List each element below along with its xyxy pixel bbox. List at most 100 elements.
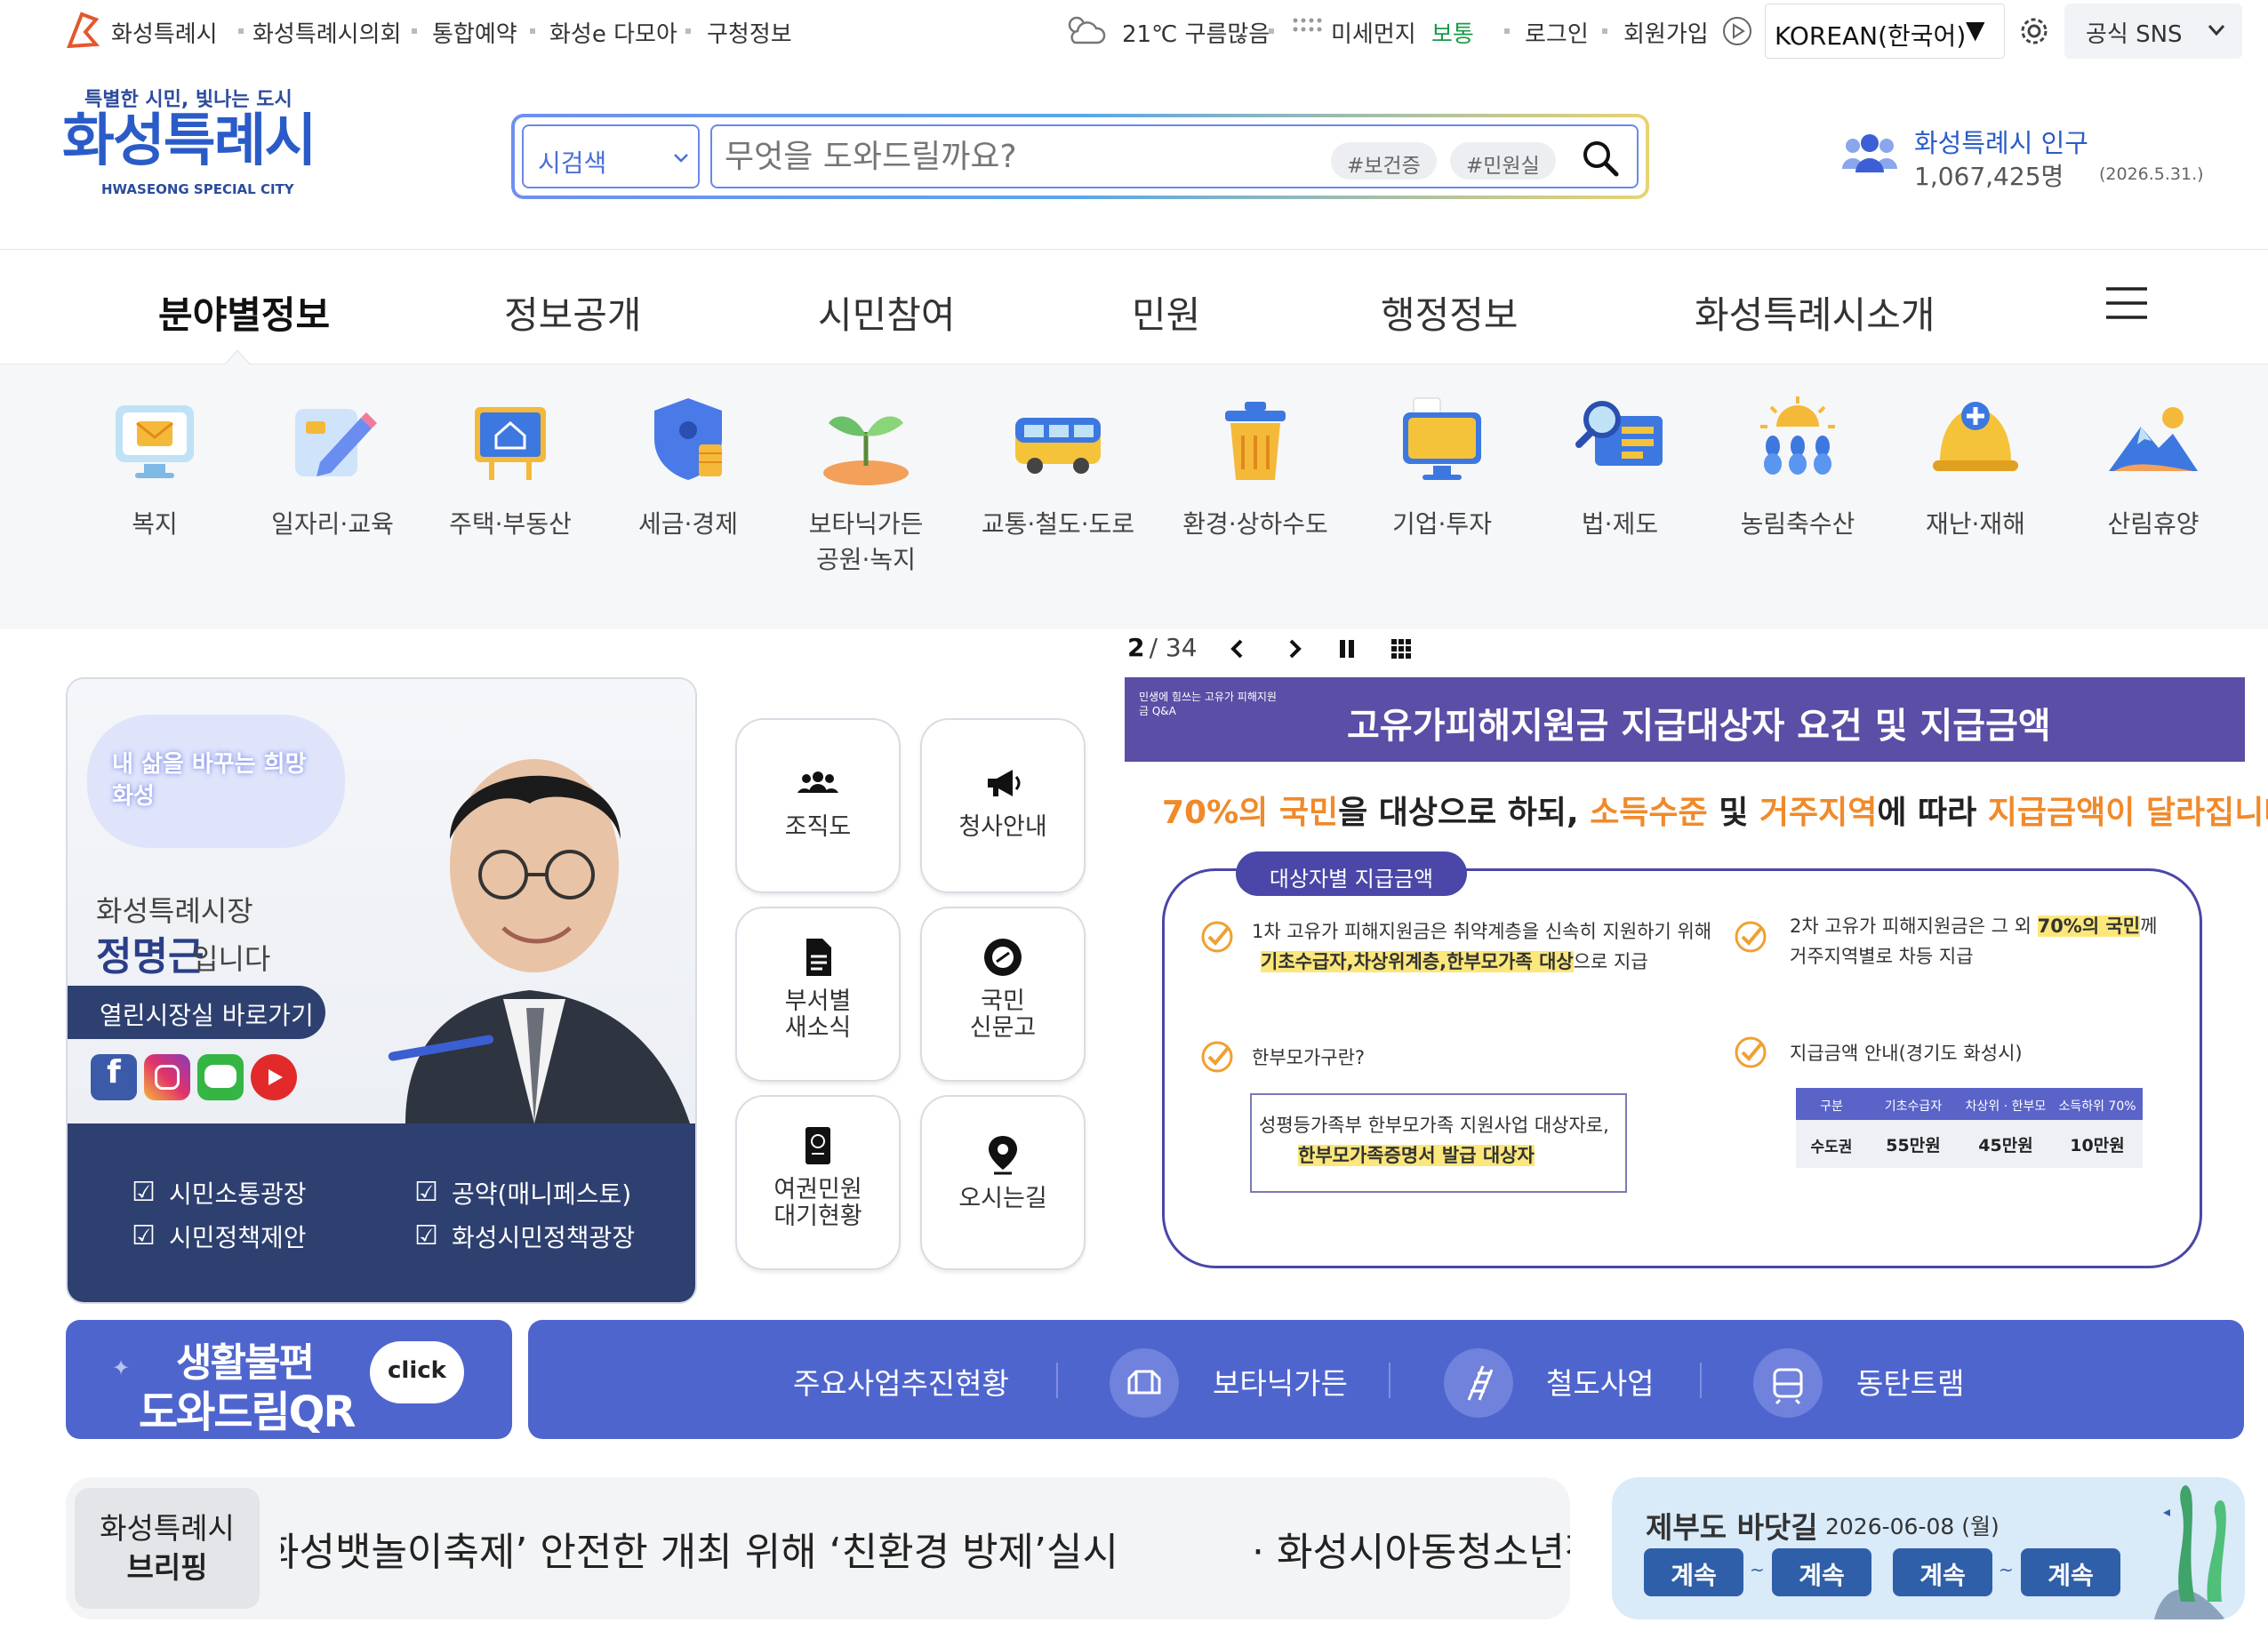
category-environment[interactable]: 환경·상하수도 (1175, 391, 1335, 542)
blog-icon[interactable] (197, 1054, 244, 1100)
facebook-icon[interactable]: f (91, 1054, 137, 1100)
railway-project-link[interactable]: 철도사업 (1546, 1360, 1654, 1403)
population-label: 화성특례시 인구 (1914, 128, 2088, 158)
instagram-icon[interactable] (144, 1054, 190, 1100)
signup-link[interactable]: 회원가입 (1623, 16, 1709, 49)
pause-icon[interactable] (1337, 638, 1357, 660)
hashtag-health-cert[interactable]: #보건증 (1331, 142, 1437, 180)
chevron-right-icon[interactable] (1286, 638, 1303, 660)
dongtan-tram-link[interactable]: 동탄트램 (1856, 1360, 1964, 1403)
category-transport[interactable]: 교통·철도·도로 (978, 391, 1138, 542)
login-link[interactable]: 로그인 (1525, 16, 1589, 49)
category-business[interactable]: 기업·투자 (1362, 391, 1522, 542)
gnb-admin-info[interactable]: 행정정보 (1381, 285, 1519, 340)
language-select[interactable]: KOREAN(한국어) ▼ (1765, 4, 2005, 59)
search-input-box: #보건증 #민원실 (710, 124, 1639, 188)
gnb-citizen-participation[interactable]: 시민참여 (818, 285, 956, 340)
category-agriculture[interactable]: 농림축수산 (1718, 391, 1878, 542)
railway-icon (1444, 1348, 1513, 1418)
people-icon (797, 772, 838, 793)
greenhouse-icon (1110, 1348, 1179, 1418)
search-icon[interactable] (1581, 139, 1620, 178)
drum-icon (984, 939, 1022, 976)
gnb-info-disclosure[interactable]: 정보공개 (504, 285, 642, 340)
play-circle-icon[interactable] (1722, 16, 1752, 46)
qr-help-banner[interactable]: 생활불편 도와드림QR click ✦ (66, 1320, 512, 1439)
quick-label: 청사안내 (958, 813, 1047, 841)
banner-subtitle: 70%의 국민을 대상으로 하되, 소득수준 및 거주지역에 따라 지급금액이 … (1162, 795, 2268, 831)
active-indicator (224, 349, 251, 365)
check-circle-icon: ☑ (414, 1177, 438, 1208)
category-botanic-park[interactable]: 보타닉가든 공원·녹지 (786, 391, 946, 578)
divider (1389, 1363, 1390, 1398)
hashtag-civil-office[interactable]: #민원실 (1450, 142, 1556, 180)
table-cell: 10만원 (2070, 1136, 2125, 1155)
top-utility-bar: 화성특례시 화성특례시의회 통합예약 화성e 다모아 구청정보 21℃ 구름많음… (0, 0, 2268, 62)
quick-dept-news-button[interactable]: 부서별 새소식 (735, 907, 901, 1082)
separator (1504, 28, 1510, 34)
quick-label: 오시는길 (958, 1185, 1047, 1212)
grid-view-icon[interactable] (1390, 638, 1412, 660)
megaphone-icon (988, 770, 1021, 796)
quick-sinmungo-button[interactable]: 국민 신문고 (920, 907, 1086, 1082)
briefing-ticker: 화성특례시 브리핑 화성뱃놀이축제’ 안전한 개최 위해 ‘친환경 방제’실시 … (66, 1477, 1570, 1619)
category-label: 산림휴양 (2107, 509, 2200, 539)
gnb-city-intro[interactable]: 화성특례시소개 (1695, 285, 1935, 340)
divider (1056, 1363, 1058, 1398)
category-label: 세금·경제 (638, 509, 738, 539)
quick-directions-button[interactable]: 오시는길 (920, 1095, 1086, 1270)
sprout-icon (823, 416, 909, 485)
search-input[interactable] (725, 135, 1302, 178)
separator (238, 28, 244, 34)
youtube-icon[interactable] (251, 1054, 297, 1100)
category-housing[interactable]: 주택·부동산 (430, 391, 590, 542)
hamburger-menu-icon[interactable] (2104, 285, 2149, 321)
single-parent-definition: 성평등가족부 한부모가족 지원사업 대상자로, 한부모가족증명서 발급 대상자 (1250, 1093, 1627, 1193)
sns-button[interactable]: 공식 SNS (2064, 4, 2242, 59)
quick-label: 조직도 (784, 813, 852, 841)
top-link-council[interactable]: 화성특례시의회 (252, 16, 401, 49)
population-value: 1,067,425명 (1914, 162, 2064, 191)
monitor-mail-icon (116, 405, 194, 478)
category-tax-economy[interactable]: 세금·경제 (608, 391, 768, 542)
gear-icon[interactable] (2019, 16, 2049, 46)
top-link-reservation[interactable]: 통합예약 (432, 16, 517, 49)
quick-passport-status-button[interactable]: 여권민원 대기현황 (735, 1095, 901, 1270)
quick-org-chart-button[interactable]: 조직도 (735, 718, 901, 893)
category-jobs[interactable]: 일자리·교육 (252, 391, 413, 542)
category-welfare[interactable]: 복지 (75, 391, 235, 542)
qr-click-bubble: click (370, 1341, 464, 1403)
sea-road-date: 2026-06-08 (월) (1825, 1514, 2000, 1539)
city-logo[interactable]: 화성특례시 (62, 108, 317, 174)
open-mayor-office-button[interactable]: 열린시장실 바로가기 (68, 986, 325, 1039)
chevron-left-icon[interactable] (1229, 638, 1246, 660)
botanic-garden-link[interactable]: 보타닉가든 (1213, 1360, 1348, 1403)
top-link-district[interactable]: 구청정보 (707, 16, 792, 49)
news-banner-slide[interactable]: 민생에 힘쓰는 고유가 피해지원금 Q&A 고유가피해지원금 지급대상자 요건 … (1125, 677, 2268, 1299)
search-type-select[interactable]: 시검색 (522, 124, 700, 188)
amount-table: 구분 기초수급자 차상위 · 한부모 소득하위 70% 수도권 55만원 45만… (1796, 1088, 2143, 1168)
caret-down-icon: ▼ (1966, 15, 1985, 44)
gnb-civil-service[interactable]: 민원 (1132, 285, 1200, 340)
category-law[interactable]: 법·제도 (1540, 391, 1700, 542)
separator (530, 28, 535, 34)
sea-status-pill: 계속 (1772, 1548, 1871, 1596)
quick-label: 국민 신문고 (969, 987, 1037, 1042)
check-icon (1201, 1041, 1233, 1073)
project-status-link[interactable]: 주요사업추진현황 (793, 1360, 1009, 1403)
table-cell: 45만원 (1978, 1136, 2033, 1155)
briefing-news-item[interactable]: 화성뱃놀이축제’ 안전한 개최 위해 ‘친환경 방제’실시 (281, 1520, 1118, 1577)
payment-info-box: 대상자별 지급금액 1차 고유가 피해지원금은 취약계층을 신속히 지원하기 위… (1162, 851, 2202, 1268)
house-board-icon (475, 407, 546, 480)
top-link-city[interactable]: 화성특례시 (111, 16, 218, 49)
top-link-damoa[interactable]: 화성e 다모아 (549, 16, 677, 49)
first-payment-line1: 1차 고유가 피해지원금은 취약계층을 신속히 지원하기 위해 (1252, 921, 1712, 942)
seaweed-rock-illustration (2154, 1485, 2226, 1619)
gnb-field-info[interactable]: 분야별정보 (158, 285, 330, 340)
document-icon (806, 939, 831, 976)
briefing-news-item[interactable]: · 화성시아동청소년정 (1252, 1520, 1570, 1577)
search-type-value: 시검색 (538, 148, 607, 178)
quick-building-guide-button[interactable]: 청사안내 (920, 718, 1086, 893)
category-forest[interactable]: 산림휴양 (2073, 391, 2233, 542)
category-disaster[interactable]: 재난·재해 (1895, 391, 2056, 542)
